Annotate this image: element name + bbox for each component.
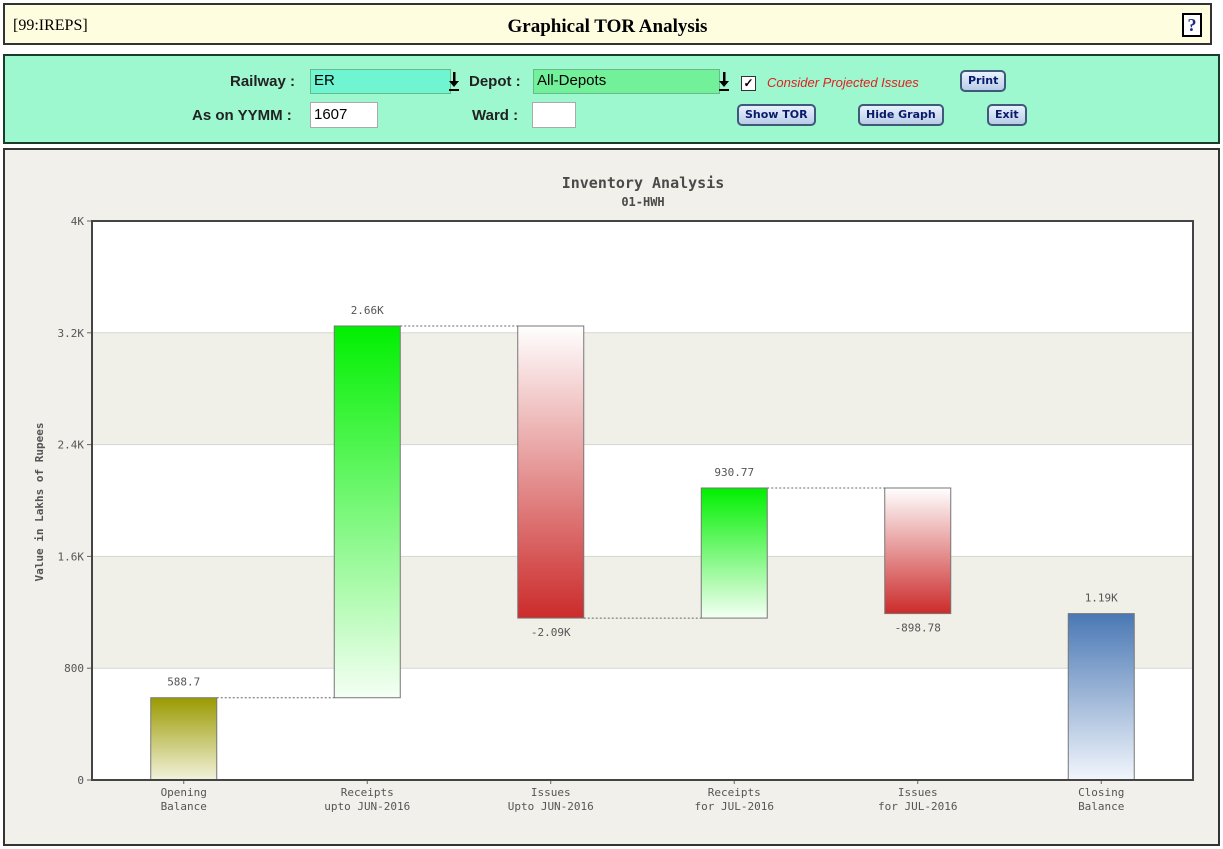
hide-graph-button[interactable]: Hide Graph (858, 104, 944, 126)
data-label: -898.78 (895, 622, 941, 635)
y-axis-label: Value in Lakhs of Rupees (33, 423, 46, 582)
yymm-label: As on YYMM : (192, 107, 292, 124)
yymm-input[interactable]: 1607 (310, 102, 378, 128)
data-label: 588.7 (167, 676, 200, 689)
x-tick-label: Receipts (708, 786, 761, 799)
x-tick-label: Balance (1078, 800, 1124, 813)
ward-input[interactable] (532, 102, 576, 128)
bar (1067, 613, 1135, 781)
y-tick-label: 1.6K (58, 550, 85, 563)
depot-dropdown-icon[interactable] (718, 70, 730, 92)
consider-projected-checkbox[interactable]: ✓ (741, 76, 756, 91)
plot-area (92, 221, 1193, 780)
consider-projected-label: Consider Projected Issues (767, 75, 919, 90)
ward-label: Ward : (472, 107, 519, 124)
y-tick-label: 0 (77, 774, 84, 787)
bar (333, 325, 401, 699)
railway-select[interactable]: ER (310, 69, 451, 94)
data-label: 930.77 (714, 466, 754, 479)
chart-subtitle: 01-HWH (621, 195, 664, 209)
print-button[interactable]: Print (960, 70, 1007, 92)
railway-dropdown-icon[interactable] (448, 70, 460, 92)
railway-label: Railway : (230, 73, 296, 90)
bar (150, 697, 218, 781)
x-tick-label: Opening (161, 786, 207, 799)
data-label: -2.09K (531, 626, 571, 639)
data-label: 2.66K (351, 304, 384, 317)
x-tick-label: Receipts (341, 786, 394, 799)
depot-label: Depot : (469, 73, 521, 90)
data-label: 1.19K (1085, 592, 1118, 605)
y-tick-label: 800 (64, 662, 84, 675)
bar (700, 487, 768, 619)
chart-title: Inventory Analysis (562, 174, 725, 192)
x-tick-label: upto JUN-2016 (324, 800, 410, 813)
x-tick-label: Upto JUN-2016 (508, 800, 594, 813)
y-tick-label: 3.2K (58, 327, 85, 340)
y-tick-label: 4K (71, 215, 85, 228)
grid-band (92, 332, 1193, 445)
x-tick-label: Balance (161, 800, 207, 813)
depot-select[interactable]: All-Depots (533, 69, 720, 94)
chart-panel: Inventory Analysis 01-HWH 0 800 1.6K 2.4K 3.… (3, 148, 1220, 846)
grid-band (92, 556, 1193, 669)
x-tick-label: Closing (1078, 786, 1124, 799)
page-title: Graphical TOR Analysis (507, 16, 708, 37)
exit-button[interactable]: Exit (987, 104, 1027, 126)
bar (517, 325, 585, 619)
x-tick-label: for JUL-2016 (695, 800, 774, 813)
show-tor-button[interactable]: Show TOR (737, 104, 816, 126)
filter-panel: Railway : ER Depot : All-Depots ✓ Consid… (3, 54, 1220, 144)
help-icon[interactable]: ? (1182, 13, 1202, 37)
x-tick-label: Issues (531, 786, 571, 799)
inventory-chart: Inventory Analysis 01-HWH 0 800 1.6K 2.4K 3.… (33, 174, 1194, 813)
x-tick-label: Issues (898, 786, 938, 799)
x-tick-label: for JUL-2016 (878, 800, 957, 813)
bar (884, 487, 952, 615)
title-bar: [99:IREPS] Graphical TOR Analysis ? (3, 3, 1212, 45)
y-tick-label: 2.4K (58, 439, 85, 452)
